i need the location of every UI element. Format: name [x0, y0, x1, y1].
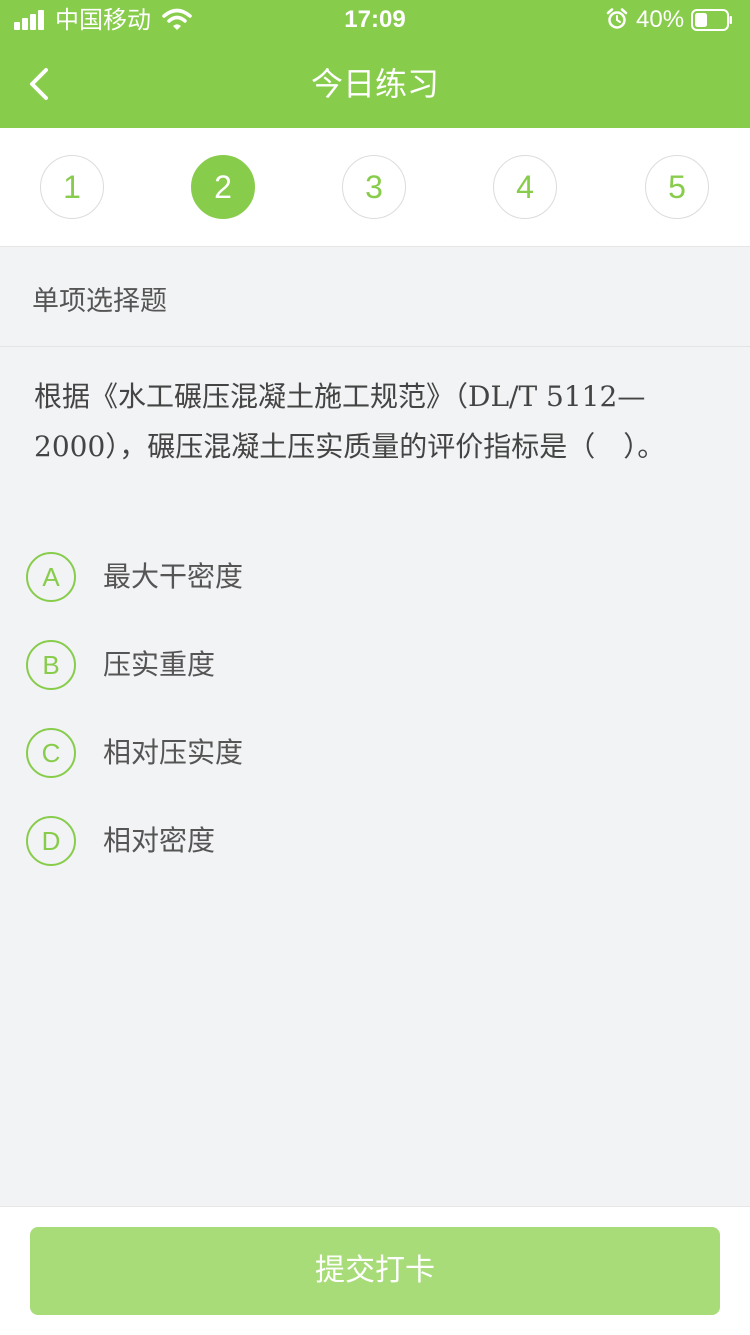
submit-checkin-button[interactable]: 提交打卡	[30, 1227, 720, 1315]
step-2[interactable]: 2	[191, 155, 255, 219]
battery-percent: 40%	[636, 6, 685, 33]
page-title: 今日练习	[310, 65, 439, 103]
option-letter-badge: B	[26, 640, 76, 690]
top-header: 中国移动 17:09 40% 今日练习	[0, 0, 750, 128]
option-a[interactable]: A 最大干密度	[26, 552, 626, 602]
status-bar: 中国移动 17:09 40%	[0, 0, 750, 40]
option-letter-badge: A	[26, 552, 76, 602]
question-stepper: 1 2 3 4 5	[0, 128, 750, 247]
step-5[interactable]: 5	[645, 155, 709, 219]
question-type-label: 单项选择题	[32, 286, 167, 317]
option-c[interactable]: C 相对压实度	[26, 728, 626, 778]
option-b[interactable]: B 压实重度	[26, 640, 626, 690]
alarm-icon	[606, 8, 628, 29]
option-d[interactable]: D 相对密度	[26, 816, 626, 866]
option-text: 相对密度	[103, 824, 216, 857]
step-1[interactable]: 1	[40, 155, 104, 219]
option-text: 最大干密度	[103, 560, 244, 593]
option-text: 压实重度	[103, 648, 216, 681]
option-text: 相对压实度	[103, 736, 244, 769]
step-3[interactable]: 3	[342, 155, 406, 219]
option-letter-badge: C	[26, 728, 76, 778]
question-text: 根据《水工碾压混凝土施工规范》（DL/T 5112—2000），碾压混凝土压实质…	[34, 380, 666, 463]
battery-icon	[691, 9, 732, 31]
option-letter-badge: D	[26, 816, 76, 866]
step-4[interactable]: 4	[493, 155, 557, 219]
footer-bar: 提交打卡	[0, 1206, 750, 1335]
divider	[0, 346, 750, 347]
